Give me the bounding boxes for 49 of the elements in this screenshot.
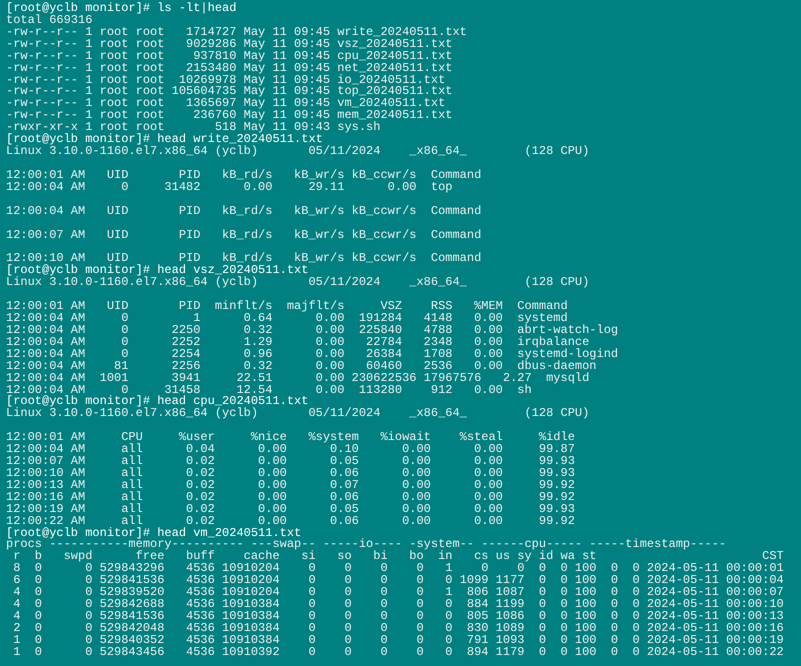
output-line: Linux 3.10.0-1160.el7.x86_64 (yclb) 05/11/2024 _x86_64_ (128 CPU): [6, 277, 590, 290]
output-line: -rw-r--r-- 1 root root 1714727 May 11 09:45 write_20240511.txt: [6, 26, 467, 39]
output-line: 12:00:04 AM 0 31458 12.54 0.00 113280 912 0.00 sh: [6, 384, 532, 396]
output-line: -rw-r--r-- 1 root root 10269978 May 11 09:45 io_20240511.txt: [6, 74, 446, 86]
output-line: -rw-r--r-- 1 root root 9029286 May 11 09:45 vsz_20240511.txt: [6, 38, 452, 51]
output-line: 12:00:04 AM UID PID kB_rd/s kB_wr/s kB_ccwr/s Command: [6, 206, 482, 218]
command-line: [root@yclb monitor]# head write_20240511.txt: [6, 134, 323, 146]
output-line: 12:00:07 AM UID PID kB_rd/s kB_wr/s kB_ccwr/s Command: [6, 230, 482, 242]
output-line: 12:00:01 AM UID PID kB_rd/s kB_wr/s kB_ccwr/s Command: [6, 170, 482, 182]
output-line: 12:00:04 AM 0 1 0.64 0.00 191284 4148 0.00 systemd: [6, 312, 568, 325]
output-line: 12:00:04 AM 0 2254 0.96 0.00 26384 1708 0.00 systemd-logind: [6, 348, 618, 361]
output-line: 12:00:07 AM all 0.02 0.00 0.05 0.00 0.00 99.93: [6, 456, 575, 468]
output-line: procs -----------memory---------- ---swap-- -----io---- -system-- ------cpu----- -----timestamp-----: [6, 539, 726, 552]
output-line: -rw-r--r-- 1 root root 937810 May 11 09:45 cpu_20240511.txt: [6, 50, 452, 63]
output-line: -rw-r--r-- 1 root root 2153480 May 11 09:45 net_20240511.txt: [6, 62, 452, 75]
output-line: 12:00:01 AM CPU %user %nice %system %iowait %steal %idle: [6, 432, 575, 444]
output-line: -rwxr-xr-x 1 root root 518 May 11 09:43 sys.sh: [6, 122, 380, 134]
command-line: [root@yclb monitor]# head cpu_20240511.txt: [6, 396, 308, 408]
output-line: 12:00:16 AM all 0.02 0.00 0.06 0.00 0.00 99.92: [6, 492, 575, 504]
output-line: total 669316: [6, 14, 92, 27]
output-line: 1 0 0 529843456 4536 10910392 0 0 0 0 0 894 1179 0 0 100 0 0 2024-05-11 00:00:22: [12, 646, 784, 659]
output-line: 12:00:04 AM 1001 3941 22.51 0.00 230622536 17967576 2.27 mysqld: [6, 372, 590, 384]
output-line: -rw-r--r-- 1 root root 1365697 May 11 09:45 vm_20240511.txt: [6, 98, 446, 110]
output-line: Linux 3.10.0-1160.el7.x86_64 (yclb) 05/11/2024 _x86_64_ (128 CPU): [6, 408, 590, 420]
command-line: [root@yclb monitor]# ls -lt|head: [6, 3, 236, 15]
output-line: 2 0 0 529842048 4536 10910384 0 0 0 0 0 830 1089 0 0 100 0 0 2024-05-11 00:00:16: [12, 622, 784, 635]
output-line: 12:00:19 AM all 0.02 0.00 0.05 0.00 0.00 99.93: [6, 504, 575, 516]
output-line: 12:00:22 AM all 0.02 0.00 0.06 0.00 0.00 99.92: [6, 516, 575, 528]
output-line: 4 0 0 529842688 4536 10910384 0 0 0 0 0 884 1199 0 0 100 0 0 2024-05-11 00:00:10: [12, 599, 784, 612]
output-line: 8 0 0 529843296 4536 10910204 0 0 0 0 1 0 0 0 0 100 0 0 2024-05-11 00:00:01: [12, 563, 784, 576]
output-line: 12:00:04 AM all 0.04 0.00 0.10 0.00 0.00 99.87: [6, 444, 575, 456]
output-line: 12:00:04 AM 81 2256 0.32 0.00 60460 2536 0.00 dbus-daemon: [6, 360, 596, 373]
command-line: [root@yclb monitor]# head vm_20240511.txt: [6, 528, 302, 540]
output-line: r b swpd free buff cache si so bi bo in cs us sy id wa st CST: [13, 551, 784, 564]
output-line: 4 0 0 529841536 4536 10910384 0 0 0 0 0 805 1086 0 0 100 0 0 2024-05-11 00:00:13: [12, 611, 784, 623]
output-line: 6 0 0 529841536 4536 10910204 0 0 0 0 0 1099 1177 0 0 100 0 0 2024-05-11 00:00:04: [12, 575, 784, 588]
output-line: 1 0 0 529840352 4536 10910384 0 0 0 0 0 791 1093 0 0 100 0 0 2024-05-11 00:00:19: [12, 634, 784, 647]
output-line: -rw-r--r-- 1 root root 105604735 May 11 09:45 top_20240511.txt: [6, 86, 452, 98]
output-line: 12:00:04 AM 0 2252 1.29 0.00 22784 2348 0.00 irqbalance: [6, 336, 590, 349]
output-line: 4 0 0 529839520 4536 10910204 0 0 0 0 1 806 1087 0 0 100 0 0 2024-05-11 00:00:07: [12, 587, 784, 600]
output-line: Linux 3.10.0-1160.el7.x86_64 (yclb) 05/11/2024 _x86_64_ (128 CPU): [6, 146, 590, 158]
output-line: 12:00:10 AM all 0.02 0.00 0.06 0.00 0.00 99.93: [6, 468, 575, 480]
command-line: [root@yclb monitor]# head vsz_20240511.txt: [6, 265, 308, 278]
output-line: 12:00:13 AM all 0.02 0.00 0.07 0.00 0.00 99.92: [6, 480, 575, 492]
output-line: 12:00:04 AM 0 31482 0.00 29.11 0.00 top: [6, 182, 452, 194]
output-line: -rw-r--r-- 1 root root 236760 May 11 09:45 mem_20240511.txt: [6, 110, 452, 122]
output-line: 12:00:10 AM UID PID kB_rd/s kB_wr/s kB_ccwr/s Command: [6, 253, 482, 266]
output-line: 12:00:01 AM UID PID minflt/s majflt/s VSZ RSS %MEM Command: [6, 301, 568, 313]
output-line: 12:00:04 AM 0 2250 0.32 0.00 225840 4788 0.00 abrt-watch-log: [6, 324, 618, 337]
